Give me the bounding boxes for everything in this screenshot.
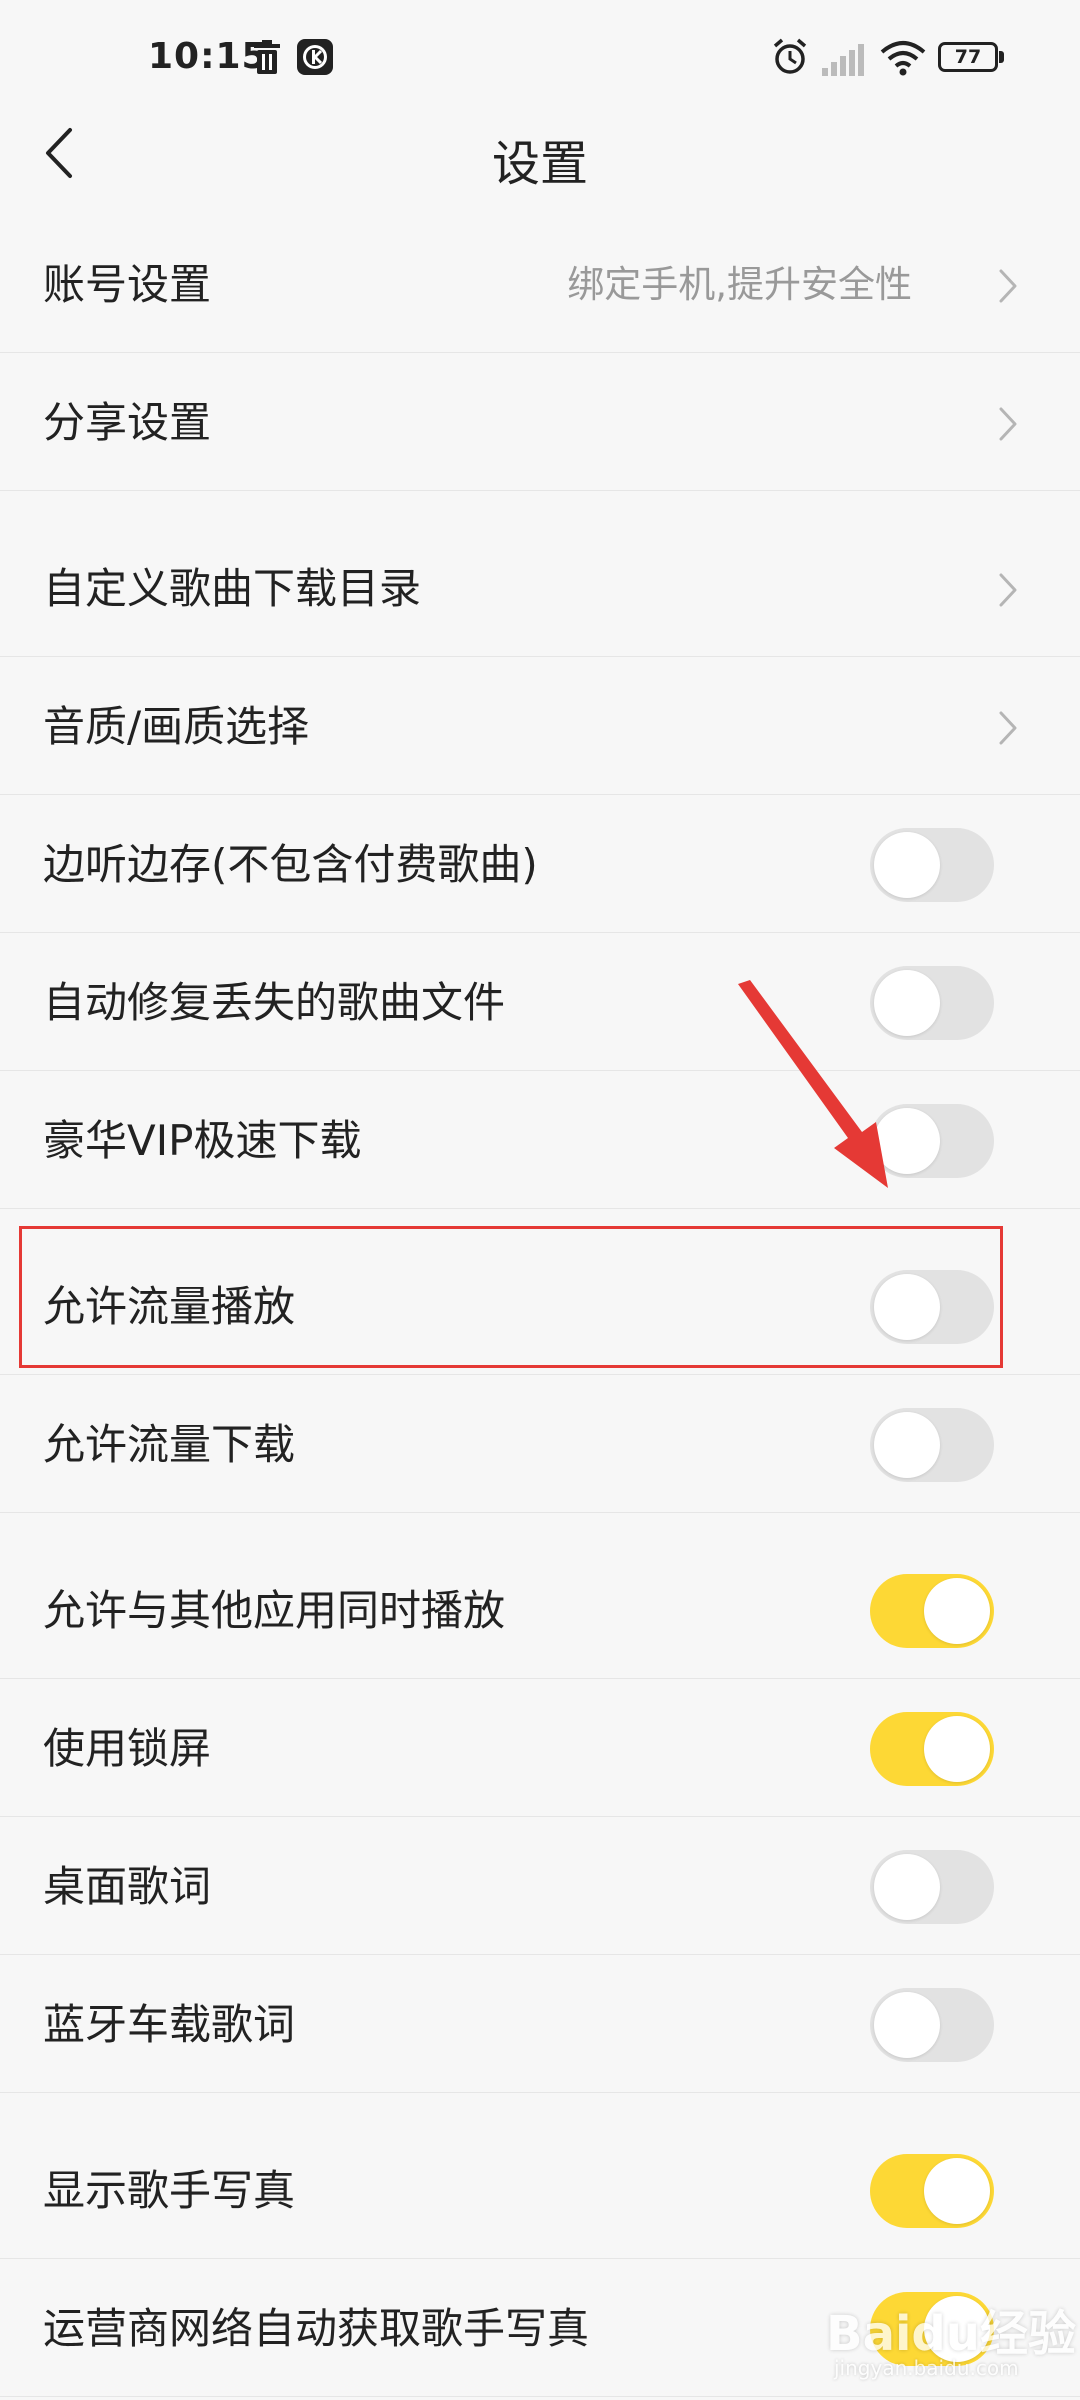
- status-time: 10:15: [148, 36, 268, 77]
- row-label: 自动修复丢失的歌曲文件: [43, 978, 506, 1027]
- watermark-text: Baidu经验: [826, 2306, 1076, 2362]
- toggle-switch[interactable]: [870, 1712, 994, 1786]
- settings-row-vip-download: 豪华VIP极速下载: [0, 1072, 1080, 1209]
- annotation-arrow-icon: [738, 980, 888, 1188]
- trash-icon: [252, 40, 282, 80]
- settings-row-account[interactable]: 账号设置 绑定手机,提升安全性: [0, 216, 1080, 353]
- watermark-url: jingyan.baidu.com: [834, 2356, 1019, 2380]
- battery-icon: 77: [938, 42, 1004, 74]
- row-label: 蓝牙车载歌词: [43, 2000, 296, 2049]
- settings-row-auto-repair: 自动修复丢失的歌曲文件: [0, 934, 1080, 1071]
- toggle-switch[interactable]: [870, 1988, 994, 2062]
- toggle-switch[interactable]: [870, 2154, 994, 2228]
- signal-icon: [822, 42, 866, 80]
- back-button[interactable]: [40, 120, 100, 190]
- watermark: Baidu经验 jingyan.baidu.com: [826, 2286, 1076, 2386]
- row-label: 账号设置: [43, 260, 212, 309]
- alarm-icon: [772, 38, 808, 80]
- page-title: 设置: [491, 136, 588, 192]
- row-label: 运营商网络自动获取歌手写真: [43, 2304, 590, 2353]
- header: 设置: [0, 120, 1080, 192]
- chevron-right-icon: [999, 573, 1017, 607]
- row-label: 允许与其他应用同时播放: [43, 1586, 506, 1635]
- toggle-switch[interactable]: [870, 1408, 994, 1482]
- annotation-highlight-box: [19, 1226, 1003, 1368]
- row-label: 桌面歌词: [43, 1862, 212, 1911]
- row-label: 边听边存(不包含付费歌曲): [43, 840, 538, 889]
- chevron-left-icon: [46, 128, 72, 178]
- toggle-switch[interactable]: [870, 1574, 994, 1648]
- settings-row-download-dir[interactable]: 自定义歌曲下载目录: [0, 520, 1080, 657]
- toggle-switch[interactable]: [870, 828, 994, 902]
- app-notification-icon: [296, 38, 334, 80]
- status-bar: 10:15 77: [0, 0, 1080, 120]
- settings-row-artist-photos: 显示歌手写真: [0, 2122, 1080, 2259]
- row-label: 允许流量下载: [43, 1420, 296, 1469]
- toggle-switch[interactable]: [870, 1850, 994, 1924]
- settings-row-share[interactable]: 分享设置: [0, 354, 1080, 491]
- settings-row-mobile-data-download: 允许流量下载: [0, 1376, 1080, 1513]
- row-label: 显示歌手写真: [43, 2166, 296, 2215]
- row-label: 使用锁屏: [43, 1724, 212, 1773]
- row-label: 音质/画质选择: [43, 702, 310, 751]
- chevron-right-icon: [999, 711, 1017, 745]
- settings-row-lock-screen: 使用锁屏: [0, 1680, 1080, 1817]
- row-label: 分享设置: [43, 398, 212, 447]
- settings-row-mix-with-others: 允许与其他应用同时播放: [0, 1542, 1080, 1679]
- row-label: 自定义歌曲下载目录: [43, 564, 422, 613]
- wifi-icon: [880, 40, 926, 80]
- chevron-right-icon: [999, 269, 1017, 303]
- settings-row-desktop-lyrics: 桌面歌词: [0, 1818, 1080, 1955]
- battery-level: 77: [938, 42, 998, 72]
- settings-row-bluetooth-lyrics: 蓝牙车载歌词: [0, 1956, 1080, 2093]
- row-value: 绑定手机,提升安全性: [567, 263, 912, 306]
- settings-row-cache-while-listening: 边听边存(不包含付费歌曲): [0, 796, 1080, 933]
- settings-row-quality[interactable]: 音质/画质选择: [0, 658, 1080, 795]
- chevron-right-icon: [999, 407, 1017, 441]
- row-label: 豪华VIP极速下载: [43, 1116, 362, 1165]
